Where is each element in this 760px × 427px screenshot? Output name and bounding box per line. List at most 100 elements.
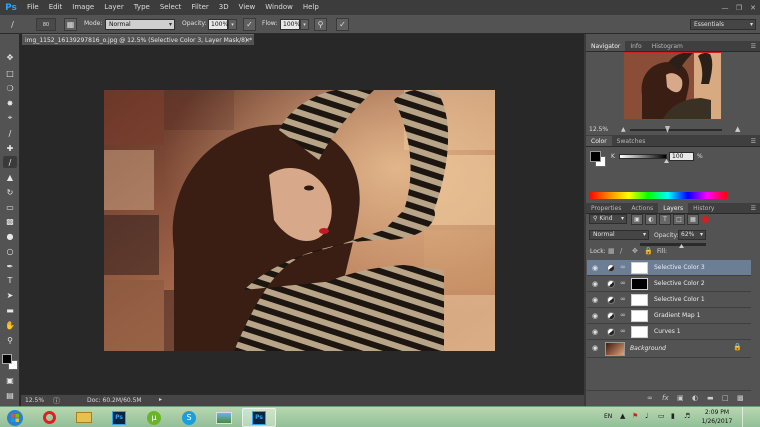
quick-mask-icon[interactable]: ▣ bbox=[3, 374, 17, 386]
lasso-tool-icon[interactable]: ❍ bbox=[3, 82, 17, 94]
flag-icon[interactable]: ⚑ bbox=[632, 412, 638, 420]
new-layer-icon[interactable]: □ bbox=[722, 394, 729, 402]
layer-row-background[interactable]: ◉ Background 🔒 bbox=[587, 340, 751, 358]
crop-tool-icon[interactable]: ⌖ bbox=[3, 112, 17, 124]
pressure-opacity-icon[interactable]: ✓ bbox=[243, 18, 256, 31]
volume-icon[interactable]: ♬ bbox=[684, 412, 690, 420]
lock-paint-icon[interactable]: ∕ bbox=[620, 247, 622, 255]
blend-mode-select[interactable]: Normal ▾ bbox=[589, 230, 649, 240]
menu-file[interactable]: File bbox=[22, 0, 44, 15]
menu-filter[interactable]: Filter bbox=[186, 0, 213, 15]
filter-type-icon[interactable]: T bbox=[659, 214, 671, 225]
quick-select-tool-icon[interactable]: ✸ bbox=[3, 97, 17, 109]
marquee-tool-icon[interactable]: □ bbox=[3, 67, 17, 79]
add-mask-icon[interactable]: ▣ bbox=[677, 394, 684, 402]
tab-color[interactable]: Color bbox=[586, 136, 612, 146]
photo-viewer-app[interactable] bbox=[207, 408, 241, 427]
layer-mask-thumbnail[interactable] bbox=[631, 310, 648, 322]
menu-select[interactable]: Select bbox=[155, 0, 187, 15]
layer-opacity-field[interactable]: 62% ▾ bbox=[678, 230, 706, 240]
eyedropper-tool-icon[interactable]: ∕ bbox=[3, 127, 17, 139]
brush-panel-toggle-icon[interactable]: ▦ bbox=[64, 18, 77, 31]
brush-preset-icon[interactable]: ∕ bbox=[6, 18, 19, 31]
opera-app[interactable] bbox=[32, 408, 66, 427]
photoshop-app-2[interactable]: Ps bbox=[242, 408, 276, 427]
new-group-icon[interactable]: ▬ bbox=[707, 394, 714, 402]
layer-style-icon[interactable]: fx bbox=[662, 394, 669, 402]
document-tab[interactable]: img_1152_16139297816_o.jpg @ 12.5% (Sele… bbox=[22, 34, 254, 45]
airbrush-icon[interactable]: ⚲ bbox=[314, 18, 327, 31]
layer-row-selective-color-3[interactable]: ◉ ∞ Selective Color 3 bbox=[587, 260, 751, 276]
link-layers-icon[interactable]: ∞ bbox=[647, 394, 653, 402]
zoom-level[interactable]: 12.5% bbox=[25, 397, 44, 404]
restore-icon[interactable]: ❐ bbox=[732, 0, 746, 15]
eraser-tool-icon[interactable]: ▭ bbox=[3, 201, 17, 213]
pen-tool-icon[interactable]: ✒ bbox=[3, 260, 17, 272]
menu-type[interactable]: Type bbox=[129, 0, 155, 15]
layer-mask-thumbnail[interactable] bbox=[631, 278, 648, 290]
tab-histogram[interactable]: Histogram bbox=[647, 41, 688, 51]
menu-view[interactable]: View bbox=[234, 0, 261, 15]
battery-icon[interactable]: ▮ bbox=[671, 412, 675, 420]
pressure-size-icon[interactable]: ✓ bbox=[336, 18, 349, 31]
flow-field[interactable]: 100% bbox=[280, 19, 300, 30]
brush-tool-icon[interactable]: ∕ bbox=[3, 156, 17, 168]
clone-stamp-tool-icon[interactable]: ▲ bbox=[3, 171, 17, 183]
minimize-icon[interactable]: — bbox=[718, 0, 732, 15]
layer-row-selective-color-2[interactable]: ◉ ∞ Selective Color 2 bbox=[587, 276, 751, 292]
workspace-select[interactable]: Essentials ▾ bbox=[690, 19, 756, 30]
path-selection-tool-icon[interactable]: ➤ bbox=[3, 289, 17, 301]
opacity-field[interactable]: 100% bbox=[208, 19, 228, 30]
dodge-tool-icon[interactable]: ○ bbox=[3, 245, 17, 257]
healing-brush-tool-icon[interactable]: ✚ bbox=[3, 142, 17, 154]
show-desktop-button[interactable] bbox=[742, 407, 756, 427]
network-icon[interactable]: ▭ bbox=[658, 412, 665, 420]
color-spectrum-bar[interactable] bbox=[589, 192, 727, 199]
blur-tool-icon[interactable]: ● bbox=[3, 230, 17, 242]
status-arrow-icon[interactable]: ▸ bbox=[159, 396, 162, 403]
opacity-slider-track[interactable] bbox=[640, 243, 706, 246]
tray-expand-icon[interactable]: ▲ bbox=[620, 412, 625, 420]
shape-tool-icon[interactable]: ▬ bbox=[3, 304, 17, 316]
panel-menu-icon[interactable]: ☰ bbox=[751, 136, 756, 147]
utorrent-app[interactable]: µ bbox=[137, 408, 171, 427]
color-slider[interactable] bbox=[619, 154, 667, 159]
file-explorer-app[interactable] bbox=[67, 408, 101, 427]
screen-mode-icon[interactable]: ▤ bbox=[3, 389, 17, 401]
flow-dropdown-icon[interactable]: ▾ bbox=[300, 19, 309, 30]
panel-menu-icon[interactable]: ☰ bbox=[751, 203, 756, 214]
chain-link-icon[interactable]: ∞ bbox=[620, 279, 626, 287]
start-button[interactable] bbox=[2, 408, 28, 427]
mode-select[interactable]: Normal ▾ bbox=[105, 19, 175, 30]
zoom-tool-icon[interactable]: ⚲ bbox=[3, 334, 17, 346]
opacity-dropdown-icon[interactable]: ▾ bbox=[228, 19, 237, 30]
layer-row-gradient-map-1[interactable]: ◉ ∞ Gradient Map 1 bbox=[587, 308, 751, 324]
hand-tool-icon[interactable]: ✋ bbox=[3, 319, 17, 331]
canvas-photo[interactable] bbox=[104, 90, 495, 351]
navigator-thumbnail[interactable] bbox=[623, 52, 722, 120]
eye-icon[interactable]: ◉ bbox=[592, 280, 598, 288]
foreground-color-swatch[interactable] bbox=[2, 354, 12, 364]
filter-toggle-icon[interactable] bbox=[702, 216, 709, 223]
navigator-zoom[interactable]: 12.5% bbox=[589, 126, 608, 133]
tab-layers[interactable]: Layers bbox=[658, 203, 689, 213]
trash-icon[interactable]: ▩ bbox=[737, 394, 744, 402]
filter-adjustment-icon[interactable]: ◐ bbox=[645, 214, 657, 225]
menu-window[interactable]: Window bbox=[260, 0, 298, 15]
chain-link-icon[interactable]: ∞ bbox=[620, 295, 626, 303]
type-tool-icon[interactable]: T bbox=[3, 274, 17, 286]
skype-app[interactable]: S bbox=[172, 408, 206, 427]
color-foreground-swatch[interactable] bbox=[590, 151, 601, 162]
speaker-icon[interactable]: ♩ bbox=[645, 412, 648, 420]
photoshop-app-1[interactable]: Ps bbox=[102, 408, 136, 427]
clock-date[interactable]: 1/26/2017 bbox=[699, 418, 735, 425]
chain-link-icon[interactable]: ∞ bbox=[620, 327, 626, 335]
menu-help[interactable]: Help bbox=[298, 0, 324, 15]
lock-all-icon[interactable]: 🔒 bbox=[644, 247, 653, 255]
tab-swatches[interactable]: Swatches bbox=[612, 136, 651, 146]
chain-link-icon[interactable]: ∞ bbox=[620, 263, 626, 271]
color-value-field[interactable]: 100 bbox=[669, 152, 694, 161]
menu-layer[interactable]: Layer bbox=[99, 0, 129, 15]
eye-icon[interactable]: ◉ bbox=[592, 328, 598, 336]
filter-smart-object-icon[interactable]: ▦ bbox=[687, 214, 699, 225]
